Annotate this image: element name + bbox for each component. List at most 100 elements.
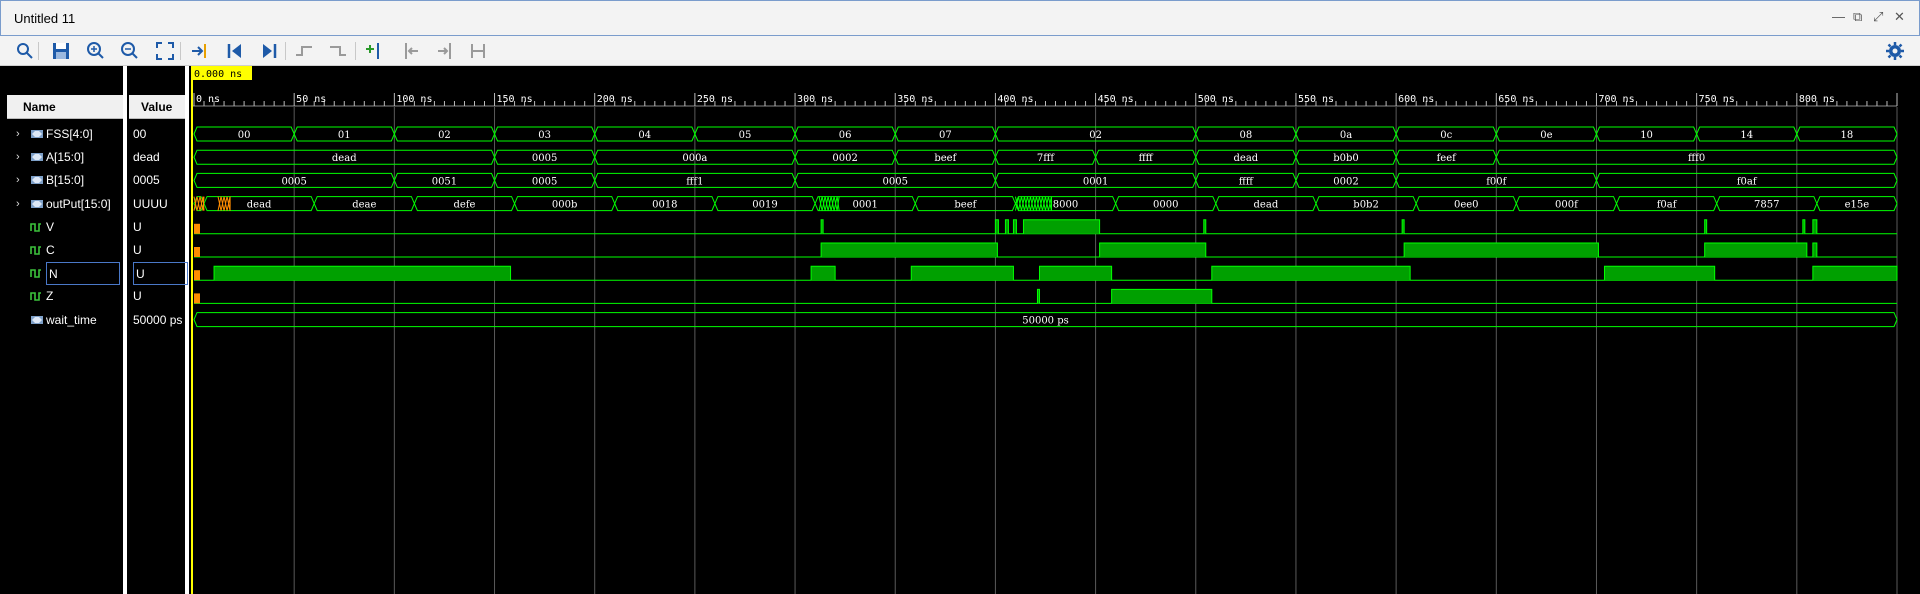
chevron-right-icon[interactable]: › (16, 193, 20, 216)
signal-row-wait_time[interactable]: wait_time (7, 309, 123, 332)
waveform-wait_time[interactable]: 50000 ps (193, 312, 1898, 328)
signal-value: dead (133, 150, 160, 165)
next-marker-icon[interactable] (434, 40, 456, 62)
high-level-fill (821, 243, 998, 257)
bus-value-label: 0018 (652, 200, 677, 211)
chevron-right-icon[interactable]: › (16, 169, 20, 192)
bus-value-label: ffff (1239, 176, 1254, 187)
signal-value: 0005 (133, 173, 160, 188)
minimize-icon[interactable]: — (1832, 9, 1845, 24)
bus-value-label: b0b0 (1333, 153, 1359, 164)
zoom-in-icon[interactable] (85, 40, 107, 62)
signal-row-a[interactable]: › A[15:0] (7, 146, 123, 169)
waveform-canvas[interactable]: 0.000 ns 0 ns 50 ns 100 ns 150 ns 200 ns 250 n… (191, 66, 1920, 594)
bus-value-label: 7fff (1037, 153, 1055, 164)
time-tick-label: 500 ns (1198, 94, 1234, 105)
bus-signal-icon (30, 128, 44, 140)
signal-row-c[interactable]: C (7, 239, 123, 262)
signal-name: wait_time (46, 312, 97, 327)
signal-row-v[interactable]: V (7, 216, 123, 239)
time-tick-label: 400 ns (997, 94, 1033, 105)
signal-name: V (46, 219, 55, 234)
bus-value-label: 01 (338, 130, 351, 141)
value-column-header[interactable]: Value (129, 95, 189, 119)
signal-value: U (133, 289, 142, 304)
bit-signal-icon (30, 290, 42, 302)
high-level-fill (1812, 266, 1897, 281)
high-level-fill (1812, 243, 1817, 257)
signal-row-output[interactable]: › outPut[15:0] (7, 193, 123, 216)
cursor-time-label[interactable]: 0.000 ns (192, 66, 252, 80)
waveform-z[interactable] (194, 288, 1897, 304)
bus-value-label: beef (954, 200, 977, 211)
gear-icon[interactable] (1884, 40, 1906, 62)
signal-row-fss[interactable]: › FSS[4:0] (7, 123, 123, 146)
close-icon[interactable]: ✕ (1894, 9, 1905, 25)
name-column-header[interactable]: Name (7, 95, 125, 119)
waveform-a[interactable]: dead 0005 000a 0002 beef 7fff ffff dead b0b0 feef… (193, 149, 1898, 165)
time-tick-label: 750 ns (1699, 94, 1735, 105)
high-level-fill (1404, 243, 1599, 257)
bus-signal-icon (30, 198, 44, 210)
bus-value-label: f00f (1486, 176, 1507, 187)
signal-row-b[interactable]: › B[15:0] (7, 169, 123, 192)
high-level-fill (1604, 266, 1715, 281)
bus-value-label: 8000 (1053, 200, 1078, 211)
save-icon[interactable] (50, 40, 72, 62)
time-tick-label: 450 ns (1098, 94, 1134, 105)
bus-value-label: 000b (552, 200, 578, 211)
bit-signal-icon (30, 221, 42, 233)
signal-row-z[interactable]: Z (7, 285, 123, 308)
go-to-end-icon[interactable] (258, 40, 280, 62)
high-level-fill (1023, 219, 1100, 234)
previous-transition-icon[interactable] (293, 40, 315, 62)
waveform-fss[interactable]: 00 01 02 03 04 05 06 07 02 08 0a 0c 0e 10 14 18 (193, 126, 1898, 142)
bus-signal-icon (30, 174, 44, 186)
add-marker-icon[interactable] (364, 40, 386, 62)
chevron-right-icon[interactable]: › (16, 123, 20, 146)
go-to-cursor-icon[interactable] (189, 40, 211, 62)
waveform-n[interactable] (194, 265, 1898, 281)
previous-marker-icon[interactable] (400, 40, 422, 62)
swap-cursors-icon[interactable] (467, 40, 489, 62)
signal-value: 00 (133, 127, 147, 141)
bus-value-label: 0ee0 (1454, 200, 1479, 211)
bus-value-label: 0005 (532, 176, 557, 187)
time-tick-label: 0 ns (196, 94, 220, 105)
high-level-fill (214, 266, 511, 281)
next-transition-icon[interactable] (327, 40, 349, 62)
signal-value: U (133, 243, 142, 257)
bus-value-label: beef (934, 153, 957, 164)
time-ruler[interactable]: 0 ns 50 ns 100 ns 150 ns 200 ns 250 ns 300 ns 3… (191, 89, 1920, 107)
search-icon[interactable] (14, 40, 36, 62)
bus-value-label: 0002 (832, 153, 857, 164)
signal-row-n[interactable]: N (7, 262, 123, 286)
go-to-start-icon[interactable] (224, 40, 246, 62)
time-tick-label: 200 ns (597, 94, 633, 105)
maximize-icon[interactable]: ⤢ (1873, 9, 1883, 25)
waveform-output[interactable]: dead deae defe 000b 0018 0019 0001 beef 8000 0000… (193, 196, 1898, 212)
unknown-value-mark (194, 293, 200, 304)
bus-value-label: 02 (1089, 130, 1102, 141)
zoom-fit-icon[interactable] (154, 40, 176, 62)
bus-value-label: 10 (1640, 130, 1653, 141)
time-tick-label: 150 ns (497, 94, 533, 105)
bus-value-label: 0051 (432, 176, 457, 187)
toolbar-separator (38, 42, 39, 60)
signal-value: 50000 ps (133, 312, 183, 327)
bus-value-label: 08 (1239, 130, 1252, 141)
signal-name: B[15:0] (46, 173, 85, 188)
bus-value-label: 0001 (1083, 176, 1108, 187)
time-tick-label: 100 ns (396, 94, 432, 105)
zoom-out-icon[interactable] (119, 40, 141, 62)
bus-value-label: fff1 (686, 176, 703, 187)
bus-value-label: 02 (438, 130, 451, 141)
restore-icon[interactable]: ⧉ (1853, 9, 1862, 25)
waveform-b[interactable]: 0005 0051 0005 fff1 0005 0001 ffff 0002 f00f f0af (193, 172, 1898, 188)
waveform-v[interactable] (194, 219, 1897, 235)
bus-value-label: dead (1234, 153, 1259, 164)
chevron-right-icon[interactable]: › (16, 146, 20, 169)
column-divider[interactable] (123, 66, 127, 594)
waveform-c[interactable] (194, 242, 1897, 258)
signal-value: U (133, 262, 188, 286)
